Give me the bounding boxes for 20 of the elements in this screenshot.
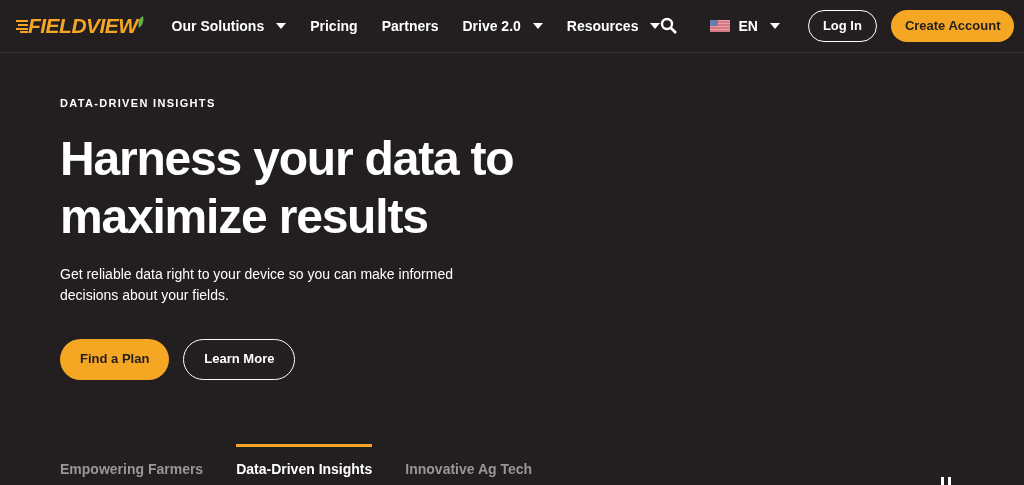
eyebrow-text: DATA-DRIVEN INSIGHTS bbox=[60, 96, 217, 111]
create-account-button[interactable]: Create Account bbox=[890, 10, 1015, 42]
nav-link[interactable]: Drive 2.0 bbox=[462, 15, 543, 37]
flag-icon bbox=[710, 20, 731, 32]
nav-link[interactable]: Our Solutions bbox=[171, 15, 287, 37]
nav-link[interactable]: Pricing bbox=[310, 15, 358, 37]
tab[interactable]: Empowering Farmers bbox=[60, 443, 204, 480]
tab[interactable]: Data-Driven Insights bbox=[236, 443, 373, 480]
tab[interactable]: Innovative Ag Tech bbox=[405, 443, 533, 480]
language-selector[interactable]: EN bbox=[738, 15, 780, 37]
caret-icon bbox=[769, 23, 780, 29]
search-icon[interactable] bbox=[660, 17, 679, 35]
find-plan-button[interactable]: Find a Plan bbox=[60, 338, 170, 380]
logo[interactable]: FIELDVIEW bbox=[28, 10, 138, 42]
hero-description: Get reliable data right to your device so you can make informed decisions about your fields. bbox=[60, 264, 454, 305]
nav-link[interactable]: Partners bbox=[381, 15, 439, 37]
hero-title: Harness your data to maximize results bbox=[60, 130, 515, 245]
speed-lines-icon bbox=[16, 19, 28, 33]
pause-icon[interactable] bbox=[940, 477, 952, 485]
nav-link[interactable]: Resources bbox=[566, 15, 661, 37]
